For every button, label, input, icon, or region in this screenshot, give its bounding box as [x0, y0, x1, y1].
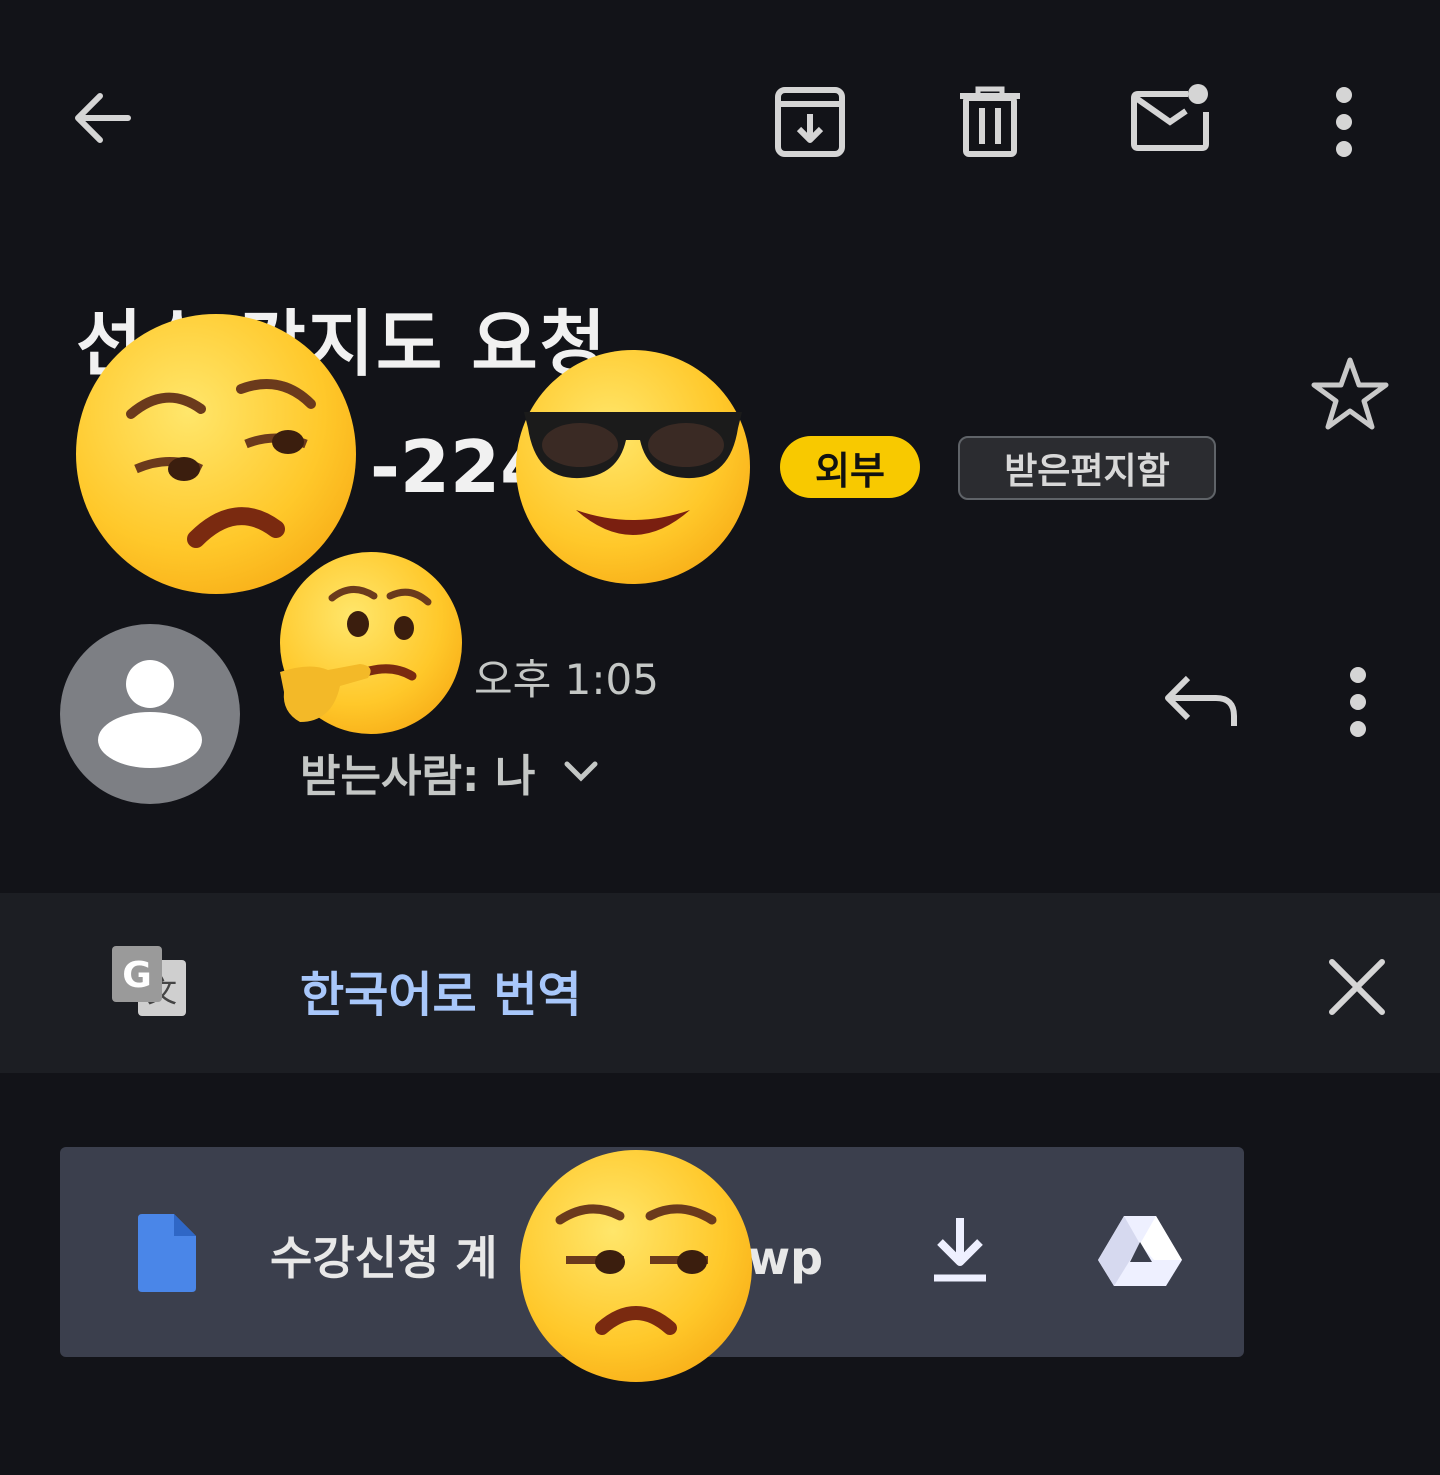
recipient-text: 받는사람: 나	[300, 751, 536, 802]
recipient-details-toggle[interactable]: 받는사람: 나	[300, 740, 601, 804]
person-icon	[98, 660, 202, 768]
google-drive-icon	[1098, 1216, 1182, 1286]
trash-icon	[960, 86, 1020, 157]
star-button[interactable]	[1308, 354, 1392, 434]
thinking-face-emoji	[280, 552, 462, 734]
reply-icon	[1165, 675, 1237, 726]
translate-link[interactable]: 한국어로 번역	[300, 955, 582, 1025]
chevron-down-icon	[564, 761, 598, 782]
avatar[interactable]	[60, 624, 240, 804]
translate-bar	[0, 893, 1440, 1073]
attachment-filename-end: wp	[747, 1231, 824, 1285]
arrow-back-icon	[75, 93, 131, 143]
save-to-drive-button[interactable]	[1096, 1212, 1184, 1290]
archive-icon	[775, 87, 845, 157]
back-button[interactable]	[66, 84, 138, 156]
archive-button[interactable]	[772, 84, 848, 160]
unamused-face-emoji	[520, 1150, 752, 1382]
inbox-label[interactable]: 받은편지함	[958, 436, 1216, 500]
sunglasses-face-emoji	[516, 350, 750, 584]
mark-unread-button[interactable]	[1128, 80, 1214, 160]
attachment-filename-start: 수강신청 계	[270, 1231, 498, 1285]
document-icon	[134, 1214, 198, 1294]
sent-time: 오후 1:05	[474, 655, 659, 704]
google-translate-icon: 文 G	[108, 940, 192, 1026]
close-translate-button[interactable]	[1318, 948, 1396, 1026]
external-label: 외부	[780, 436, 920, 498]
svg-text:G: G	[122, 955, 152, 996]
more-vert-icon	[1336, 87, 1352, 157]
more-vert-icon	[1350, 667, 1366, 737]
download-icon	[934, 1218, 986, 1282]
reply-button[interactable]	[1160, 664, 1244, 740]
star-outline-icon	[1311, 357, 1389, 430]
download-button[interactable]	[926, 1214, 994, 1286]
delete-button[interactable]	[952, 84, 1028, 160]
mail-unread-icon	[1131, 84, 1209, 151]
more-options-button[interactable]	[1312, 84, 1376, 160]
message-more-button[interactable]	[1326, 664, 1390, 740]
close-icon	[1329, 959, 1385, 1015]
